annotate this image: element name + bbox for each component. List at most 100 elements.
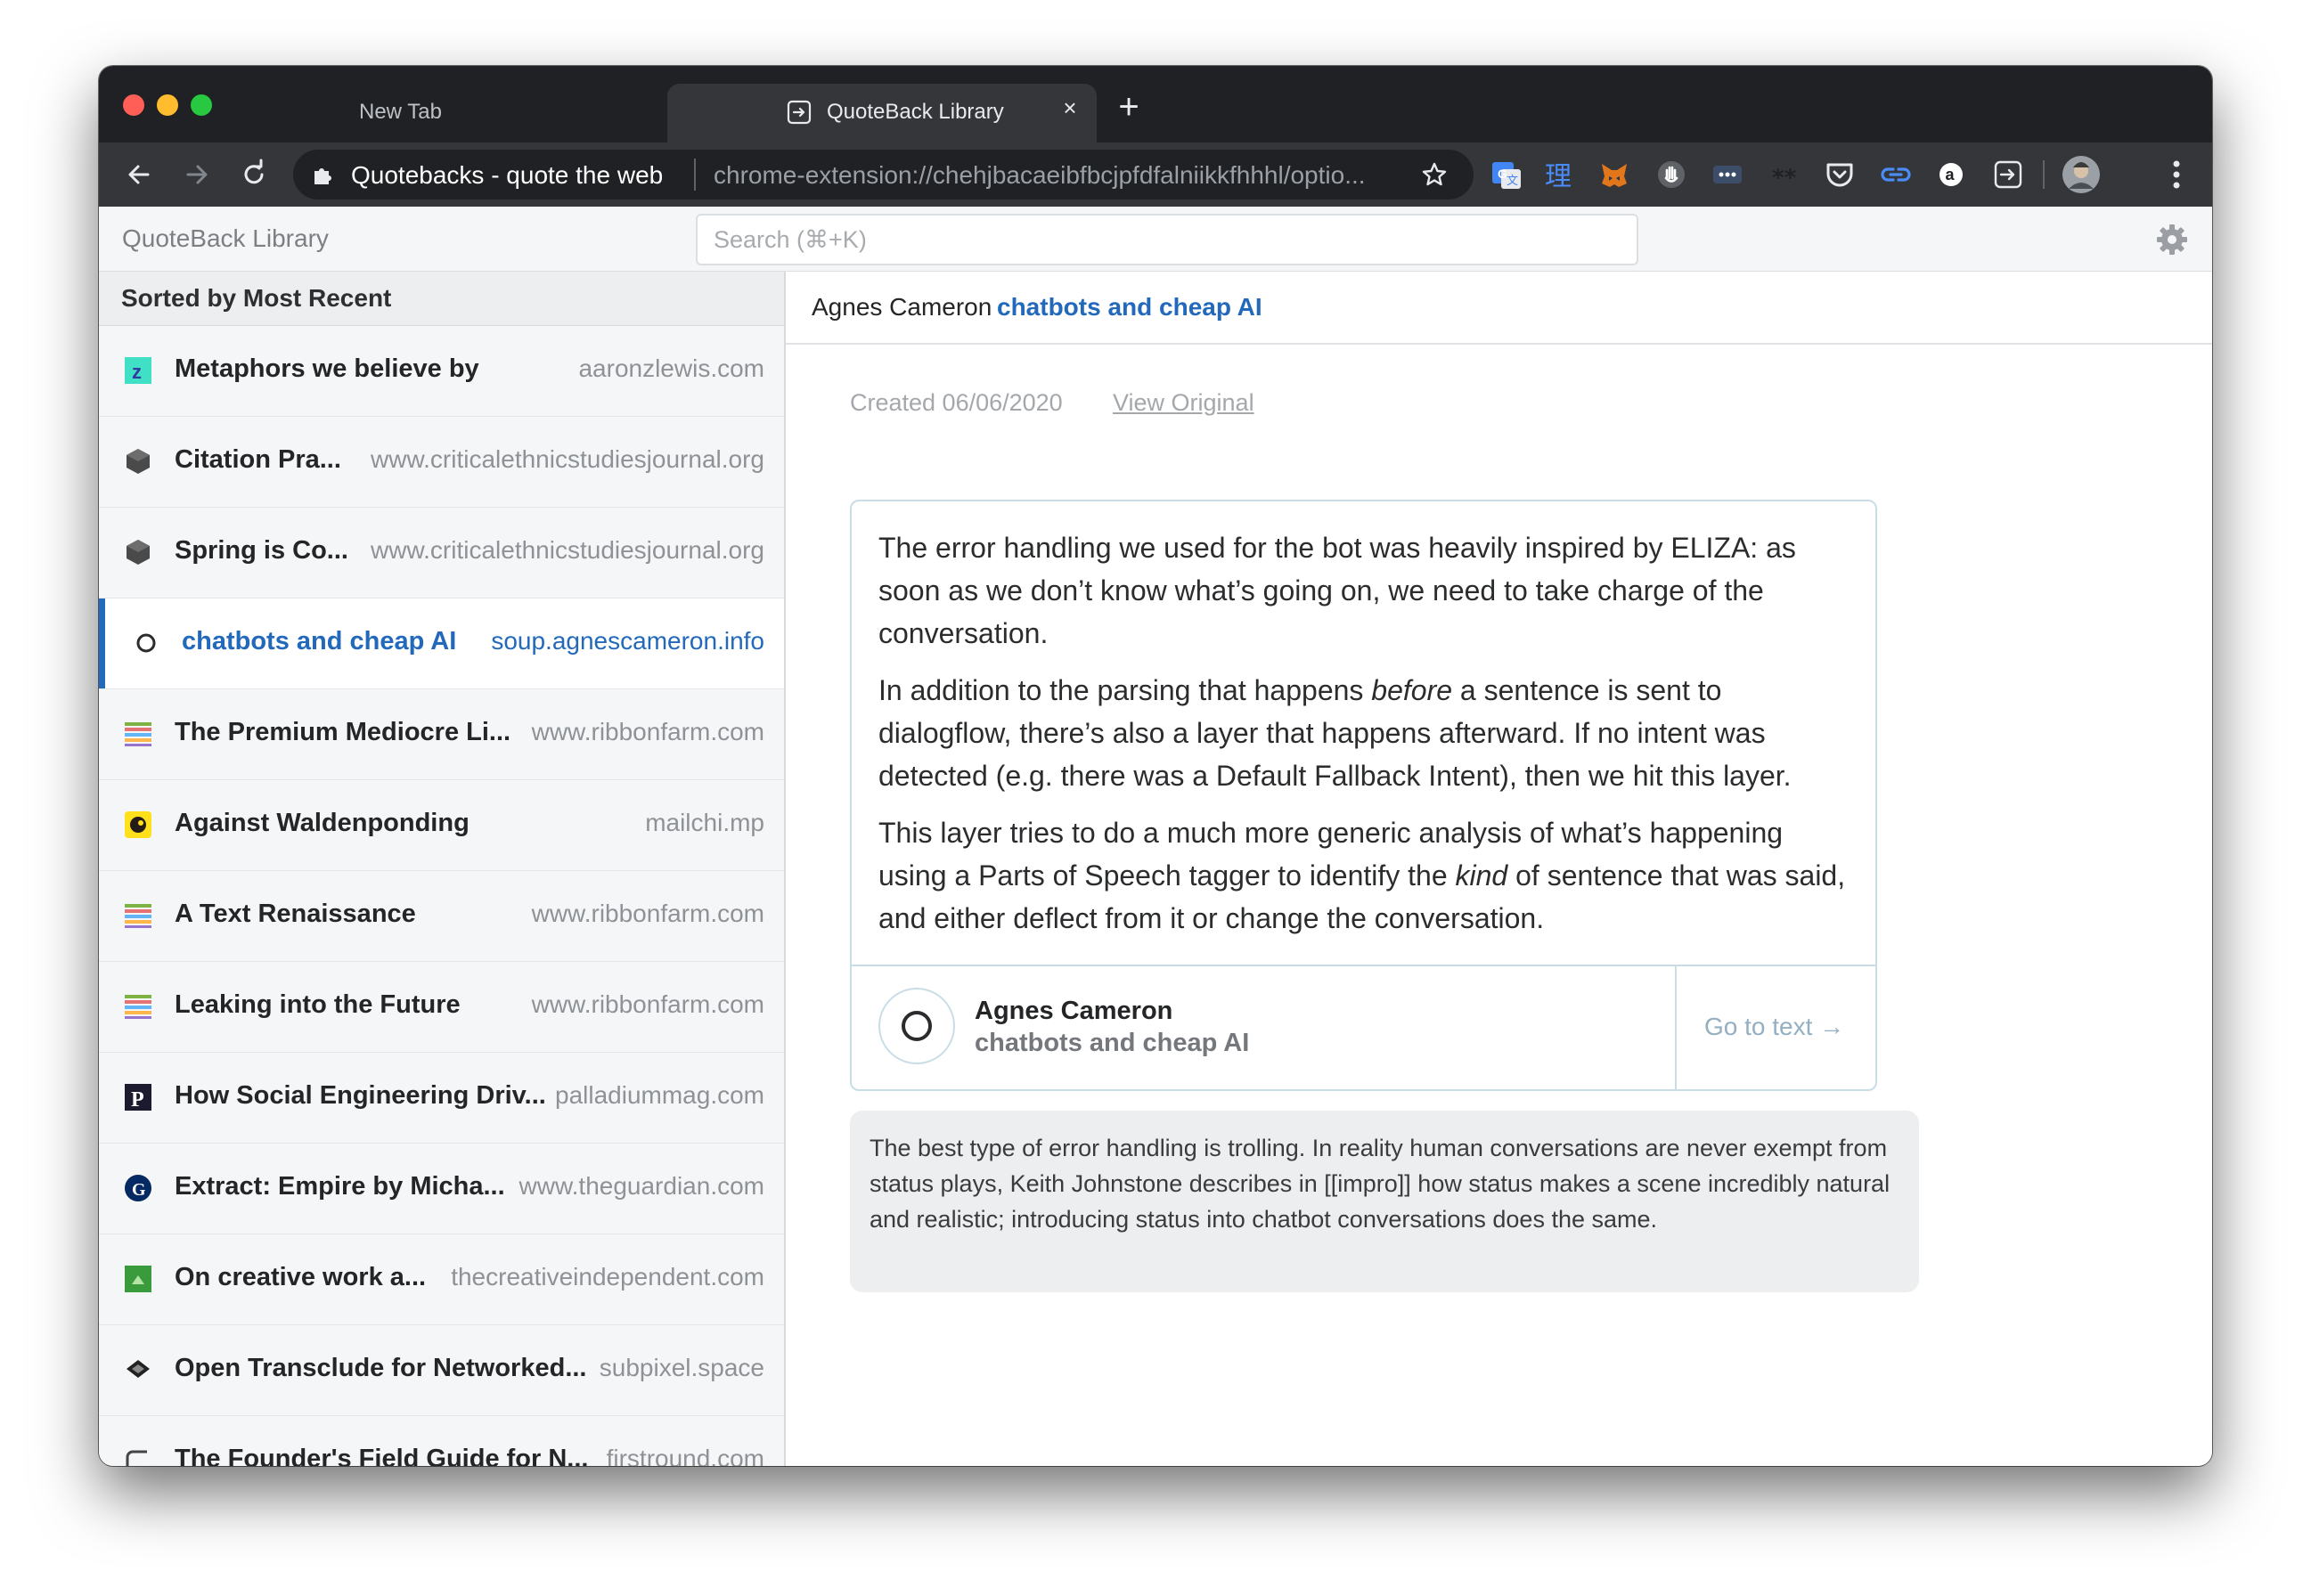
browser-toolbar: Quotebacks - quote the web chrome-extens… xyxy=(99,142,2212,207)
quote-paragraph: The error handling we used for the bot w… xyxy=(878,532,1796,649)
comment-note[interactable]: The best type of error handling is troll… xyxy=(850,1111,1919,1292)
item-domain: subpixel.space xyxy=(599,1354,764,1381)
back-arrow-icon[interactable] xyxy=(121,157,157,192)
item-domain: www.ribbonfarm.com xyxy=(531,900,764,927)
svg-text:理: 理 xyxy=(1545,161,1572,192)
item-domain: www.criticalethnicstudiesjournal.org xyxy=(371,445,764,473)
forward-arrow-icon[interactable] xyxy=(179,157,215,192)
svg-text:P: P xyxy=(131,1088,144,1112)
item-title: The Premium Mediocre Li... xyxy=(175,718,511,746)
window-minimize-button[interactable] xyxy=(157,94,178,116)
quote-fragment: In addition to the parsing that happens xyxy=(878,674,1372,706)
quote-paragraph: This layer tries to do a much more gener… xyxy=(878,811,1849,940)
dots-extension-icon[interactable] xyxy=(1710,157,1745,192)
view-original-link[interactable]: View Original xyxy=(1113,389,1254,417)
author-avatar xyxy=(878,988,955,1064)
footer-author: Agnes Cameron xyxy=(975,997,1173,1025)
app-title: QuoteBack Library xyxy=(122,224,329,252)
item-title: The Founder's Field Guide for N... xyxy=(175,1445,589,1466)
list-item[interactable]: On creative work a... thecreativeindepen… xyxy=(99,1234,784,1325)
item-title: How Social Engineering Driv... xyxy=(175,1081,546,1110)
google-translate-icon[interactable]: G 文 xyxy=(1489,157,1524,192)
ribbonfarm-favicon-icon xyxy=(125,904,151,928)
circle-favicon-icon xyxy=(136,633,156,653)
detail-header: Agnes Cameron chatbots and cheap AI xyxy=(786,272,2212,345)
diamond-favicon-icon xyxy=(127,1360,150,1378)
metamask-fox-icon[interactable] xyxy=(1596,157,1632,192)
list-item[interactable]: The Founder's Field Guide for N... first… xyxy=(99,1416,784,1466)
pocket-icon[interactable] xyxy=(1822,157,1858,192)
cube-favicon-icon xyxy=(127,540,150,565)
cube-favicon-icon xyxy=(127,449,150,474)
footer-divider xyxy=(1675,966,1677,1089)
detail-author: Agnes Cameron xyxy=(812,293,992,321)
created-date: Created 06/06/2020 xyxy=(850,389,1063,416)
item-title: Spring is Co... xyxy=(175,536,348,565)
new-tab-button[interactable]: + xyxy=(1111,89,1147,126)
list-item[interactable]: Citation Pra... www.criticalethnicstudie… xyxy=(99,417,784,508)
window-close-button[interactable] xyxy=(123,94,144,116)
svg-text:z: z xyxy=(132,361,142,383)
svg-text:a: a xyxy=(1946,166,1956,183)
quoteback-extension-icon[interactable] xyxy=(1990,157,2026,192)
window-zoom-button[interactable] xyxy=(191,94,212,116)
url-text[interactable]: chrome-extension://chehjbacaeibfbcjpfdfa… xyxy=(714,161,1413,190)
creative-independent-favicon-icon xyxy=(125,1266,151,1292)
tab-strip: New Tab × QuoteBack Library × + xyxy=(99,66,2212,142)
ribbonfarm-favicon-icon xyxy=(125,722,151,746)
guardian-favicon-icon: G xyxy=(125,1175,151,1201)
ribbonfarm-favicon-icon xyxy=(125,995,151,1019)
gear-icon[interactable] xyxy=(2155,223,2189,256)
tab-title: New Tab xyxy=(359,100,442,124)
bookmark-star-icon[interactable] xyxy=(1420,160,1449,189)
quote-emphasis: kind xyxy=(1455,859,1508,892)
go-to-text-link[interactable]: Go to text → xyxy=(1704,1013,1844,1041)
kanji-extension-icon[interactable]: 理 xyxy=(1541,157,1577,192)
search-input[interactable] xyxy=(696,214,1638,265)
item-domain: thecreativeindependent.com xyxy=(451,1263,764,1291)
mailchimp-favicon-icon xyxy=(125,811,151,838)
amazon-assistant-icon[interactable]: a xyxy=(1933,157,1969,192)
list-item[interactable]: Against Waldenponding mailchi.mp xyxy=(99,780,784,871)
url-separator xyxy=(694,159,696,191)
z-favicon-icon: z xyxy=(125,357,151,384)
reload-icon[interactable] xyxy=(236,157,272,192)
close-icon[interactable]: × xyxy=(1057,94,1083,121)
hand-extension-icon[interactable] xyxy=(1654,157,1689,192)
footer-title: chatbots and cheap AI xyxy=(975,1029,1250,1057)
list-item[interactable]: A Text Renaissance www.ribbonfarm.com xyxy=(99,871,784,962)
toolbar-divider xyxy=(2043,160,2045,189)
item-title: A Text Renaissance xyxy=(175,900,416,928)
item-domain: www.ribbonfarm.com xyxy=(531,718,764,745)
detail-title-link[interactable]: chatbots and cheap AI xyxy=(997,293,1262,322)
tab-quoteback-library[interactable]: QuoteBack Library × xyxy=(667,84,1097,142)
profile-avatar-icon[interactable] xyxy=(2062,155,2101,194)
list-item[interactable]: z Metaphors we believe by aaronzlewis.co… xyxy=(99,326,784,417)
svg-text:**: ** xyxy=(1772,165,1797,191)
address-bar[interactable]: Quotebacks - quote the web chrome-extens… xyxy=(293,150,1474,200)
list-item[interactable]: G Extract: Empire by Micha... www.thegua… xyxy=(99,1144,784,1234)
sort-label[interactable]: Sorted by Most Recent xyxy=(99,272,784,326)
item-title: Leaking into the Future xyxy=(175,990,461,1019)
list-item-selected[interactable]: chatbots and cheap AI soup.agnescameron.… xyxy=(99,598,784,689)
item-domain: palladiummag.com xyxy=(555,1081,764,1109)
item-domain: firstround.com xyxy=(606,1445,764,1466)
quote-card: The error handling we used for the bot w… xyxy=(850,500,1877,1091)
list-item[interactable]: P How Social Engineering Driv... palladi… xyxy=(99,1053,784,1144)
list-item[interactable]: Spring is Co... www.criticalethnicstudie… xyxy=(99,508,784,598)
browser-menu-icon[interactable] xyxy=(2168,155,2185,194)
browser-window: New Tab × QuoteBack Library × + xyxy=(99,66,2212,1466)
item-title: Extract: Empire by Micha... xyxy=(175,1172,505,1201)
svg-text:文: 文 xyxy=(1507,174,1518,187)
item-domain: soup.agnescameron.info xyxy=(491,627,764,655)
link-extension-icon[interactable] xyxy=(1878,157,1914,192)
item-title: Citation Pra... xyxy=(175,445,341,474)
item-domain: aaronzlewis.com xyxy=(578,354,764,382)
sidebar: Sorted by Most Recent z Metaphors we bel… xyxy=(99,272,786,1466)
list-item[interactable]: Leaking into the Future www.ribbonfarm.c… xyxy=(99,962,784,1053)
list-item[interactable]: The Premium Mediocre Li... www.ribbonfar… xyxy=(99,689,784,780)
tab-title: QuoteBack Library xyxy=(827,100,1004,124)
quoteback-favicon-icon xyxy=(787,100,812,125)
double-asterisk-icon[interactable]: ** xyxy=(1767,157,1802,192)
list-item[interactable]: Open Transclude for Networked... subpixe… xyxy=(99,1325,784,1416)
